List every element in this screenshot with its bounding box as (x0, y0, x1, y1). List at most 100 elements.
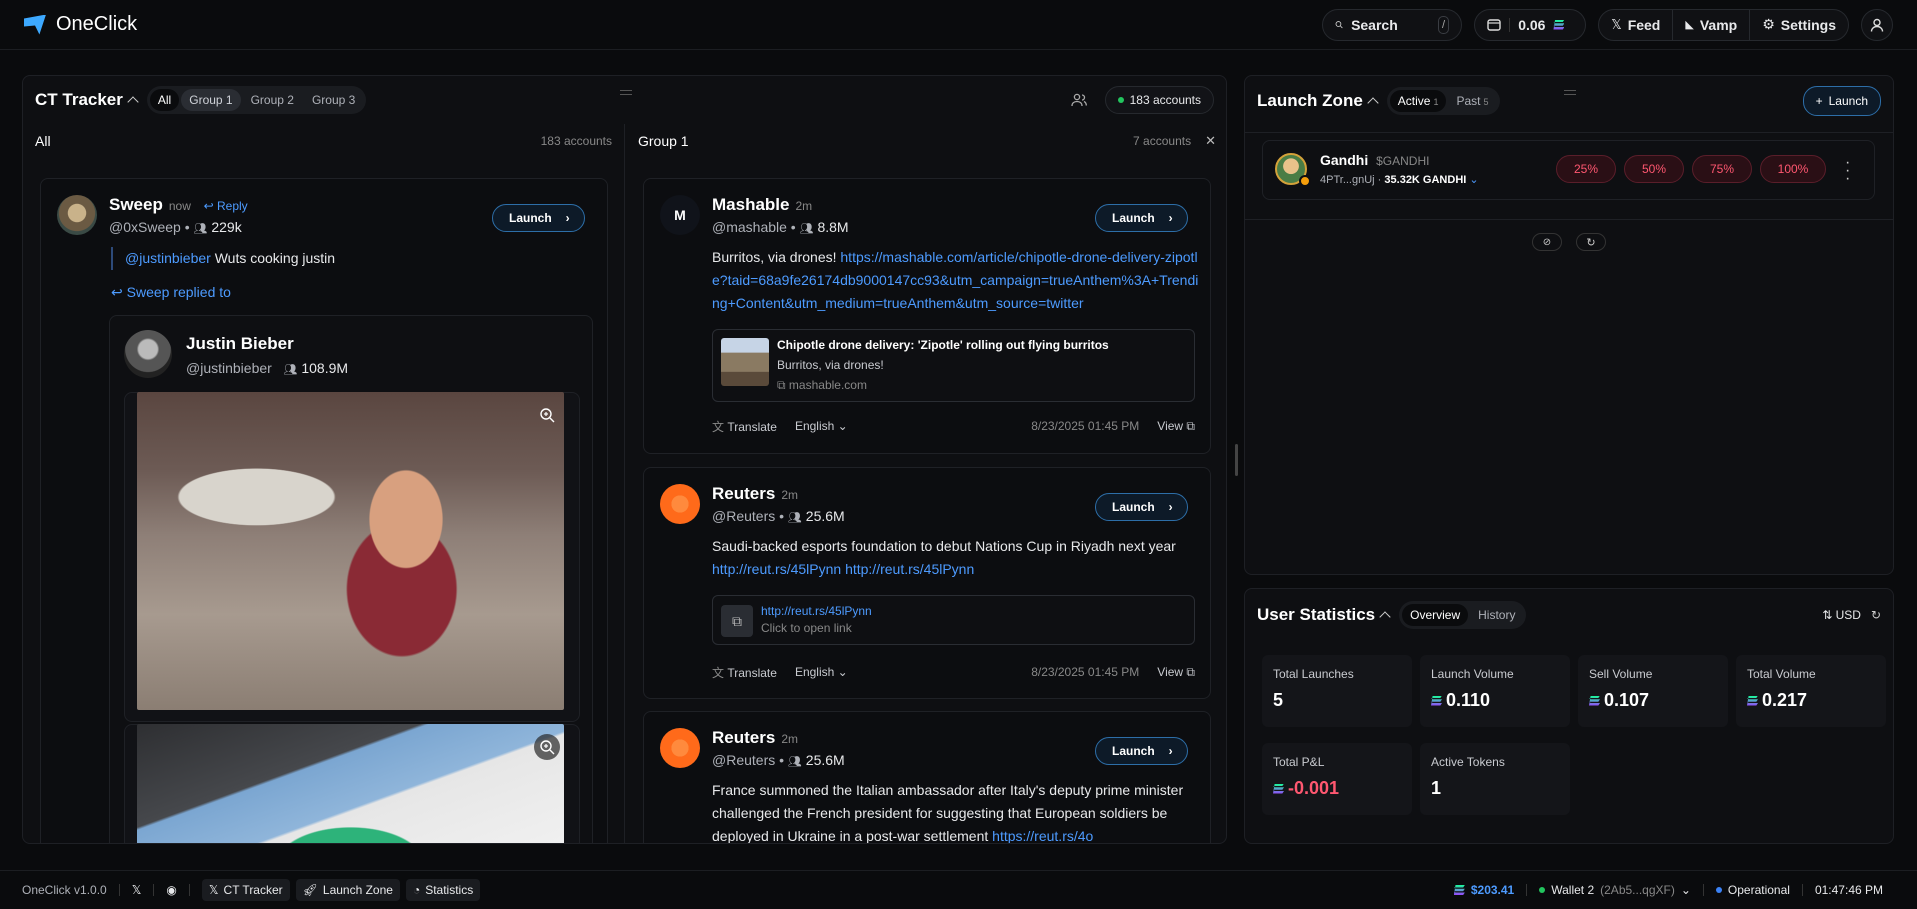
launch-button[interactable]: Launch › (1095, 204, 1188, 232)
avatar[interactable] (660, 484, 700, 524)
sell-75-button[interactable]: 75% (1692, 155, 1752, 183)
tweet-text: Saudi-backed esports foundation to debut… (712, 538, 1176, 577)
zoom-in-icon[interactable] (534, 402, 560, 428)
drag-handle-icon[interactable] (1564, 90, 1576, 95)
wallet-select[interactable]: Wallet 2 (2Ab5...qgXF) ⌄ (1539, 883, 1691, 897)
column-all: All 183 accounts Sweep now ↩ Reply @0xSwee… (23, 124, 625, 843)
view-link[interactable]: View ⧉ (1157, 419, 1195, 434)
resize-handle[interactable] (1235, 444, 1238, 476)
refresh-icon[interactable]: ↻ (1871, 608, 1881, 622)
wallet-icon (1487, 19, 1501, 31)
avatar[interactable]: M (660, 195, 700, 235)
tweet-card[interactable]: M Mashable 2m @mashable • 👥︎ 8.8M Launch ›… (643, 178, 1211, 454)
token-holding[interactable]: 35.32K GANDHI (1384, 174, 1466, 186)
tweet-card[interactable]: Reuters 2m @Reuters • 👥︎ 25.6M Launch › Fr… (643, 711, 1211, 843)
reply-link[interactable]: ↩ Reply (204, 199, 248, 213)
wallet-balance-button[interactable]: 0.06 (1474, 8, 1587, 41)
refresh-toggle[interactable]: ↻ (1576, 233, 1606, 251)
search-button[interactable]: Search / (1322, 8, 1463, 41)
column-group-1: Group 1 7 accounts ✕ M Mashable 2m @masha… (626, 124, 1226, 843)
profile-button[interactable] (1861, 8, 1893, 41)
launch-zone-tabs: Active 1 Past 5 (1386, 87, 1500, 115)
tweet-image[interactable] (137, 724, 564, 843)
tab-group-3[interactable]: Group 3 (304, 89, 363, 111)
bottom-chip-ct-tracker[interactable]: 𝕏 CT Tracker (201, 879, 290, 901)
tab-overview[interactable]: Overview (1402, 604, 1469, 626)
gear-icon: ⚙ (1762, 16, 1775, 32)
more-options-icon[interactable]: · · · (1845, 155, 1850, 187)
launch-button[interactable]: Launch › (1095, 737, 1188, 765)
x-icon[interactable]: 𝕏 (132, 883, 142, 897)
tab-active[interactable]: Active 1 (1389, 90, 1447, 112)
avatar[interactable] (57, 195, 97, 235)
tweet-card[interactable]: Reuters 2m @Reuters • 👥︎ 25.6M Launch › Sa… (643, 467, 1211, 699)
sell-100-button[interactable]: 100% (1760, 155, 1826, 183)
preview-domain: ⧉ mashable.com (777, 378, 867, 392)
author-name[interactable]: Mashable 2m (712, 195, 812, 215)
discord-icon[interactable]: ◉ (166, 883, 176, 897)
sell-25-button[interactable]: 25% (1556, 155, 1616, 183)
chevron-right-icon: › (1168, 744, 1173, 758)
new-launch-button[interactable]: + Launch (1802, 86, 1881, 116)
sell-50-button[interactable]: 50% (1624, 155, 1684, 183)
token-badge-icon (1299, 175, 1311, 187)
eye-off-icon: ⊘ (1542, 236, 1552, 248)
x-icon: 𝕏 (208, 883, 219, 897)
chevron-right-icon: › (1168, 500, 1173, 514)
token-row[interactable]: Gandhi $GANDHI 4PTr...gnUj · 35.32K GAND… (1262, 140, 1875, 200)
launch-zone-panel: Launch Zone Active 1 Past 5 + Launch Gandhi… (1244, 75, 1894, 575)
tab-group-2[interactable]: Group 2 (243, 89, 302, 111)
tab-group-1[interactable]: Group 1 (181, 89, 241, 111)
link-preview[interactable]: Chipotle drone delivery: 'Zipotle' rolli… (712, 329, 1195, 402)
preview-title: Chipotle drone delivery: 'Zipotle' rolli… (777, 338, 1109, 352)
tab-history[interactable]: History (1470, 604, 1523, 626)
translate-button[interactable]: 文 Translate (712, 418, 777, 435)
launch-zone-title[interactable]: Launch Zone (1257, 91, 1379, 111)
avatar[interactable] (124, 330, 172, 378)
users-icon[interactable] (1070, 93, 1087, 107)
plus-icon: + (1815, 94, 1823, 108)
stat-label: Launch Volume (1431, 667, 1514, 681)
token-address[interactable]: 4PTr...gnUj (1320, 174, 1375, 186)
tweet-image[interactable] (137, 392, 564, 710)
zoom-in-icon[interactable] (534, 734, 560, 760)
nav-settings[interactable]: ⚙ Settings (1750, 10, 1848, 40)
nav-vamp[interactable]: ◣ Vamp (1673, 9, 1751, 40)
quoted-tweet[interactable]: Justin Bieber @justinbieber 👥︎ 108.9M (109, 315, 593, 843)
author-name[interactable]: Sweep now ↩ Reply (109, 195, 248, 215)
link-preview[interactable]: ⧉ http://reut.rs/45lPynn Click to open l… (712, 595, 1195, 645)
quoted-author-name[interactable]: Justin Bieber (186, 334, 294, 354)
followers-icon: 👥︎ (799, 223, 814, 235)
avatar[interactable] (660, 728, 700, 768)
followers-icon: 👥︎ (787, 512, 802, 524)
author-name[interactable]: Reuters 2m (712, 728, 798, 748)
launch-button[interactable]: Launch › (1095, 493, 1188, 521)
language-select[interactable]: English ⌄ (795, 419, 848, 433)
ct-tracker-header: CT Tracker All Group 1 Group 2 Group 3 1… (23, 76, 1226, 124)
view-link[interactable]: View ⧉ (1157, 665, 1195, 680)
token-name[interactable]: Gandhi (1320, 152, 1368, 168)
app-logo[interactable]: OneClick (24, 13, 137, 36)
bottom-chip-launch-zone[interactable]: 🚀︎ Launch Zone (295, 879, 400, 901)
user-statistics-title[interactable]: User Statistics (1257, 605, 1391, 625)
launch-button[interactable]: Launch › (492, 204, 585, 232)
tab-past[interactable]: Past 5 (1448, 90, 1496, 112)
nav-feed[interactable]: 𝕏 Feed (1599, 9, 1674, 40)
translate-button[interactable]: 文 Translate (712, 664, 777, 681)
solana-icon (1747, 695, 1758, 706)
ct-tracker-title[interactable]: CT Tracker (35, 90, 139, 110)
author-name[interactable]: Reuters 2m (712, 484, 798, 504)
chevron-down-icon[interactable]: ⌄ (1469, 174, 1478, 186)
bottom-chip-statistics[interactable]: ◔ Statistics (405, 879, 481, 901)
tab-all[interactable]: All (149, 89, 180, 111)
sol-balance[interactable]: $203.41 (1453, 883, 1514, 897)
close-icon[interactable]: ✕ (1205, 133, 1216, 149)
currency-toggle[interactable]: ⇅ USD (1822, 608, 1861, 622)
hide-toggle[interactable]: ⊘ (1532, 233, 1562, 251)
x-icon: 𝕏 (1611, 16, 1622, 32)
tweet-card[interactable]: Sweep now ↩ Reply @0xSweep • 👥︎ 229k Laun… (40, 178, 608, 843)
drag-handle-icon[interactable] (620, 90, 632, 95)
language-select[interactable]: English ⌄ (795, 665, 848, 679)
app-version: OneClick v1.0.0 (22, 883, 107, 897)
accounts-badge[interactable]: 183 accounts (1104, 86, 1214, 114)
